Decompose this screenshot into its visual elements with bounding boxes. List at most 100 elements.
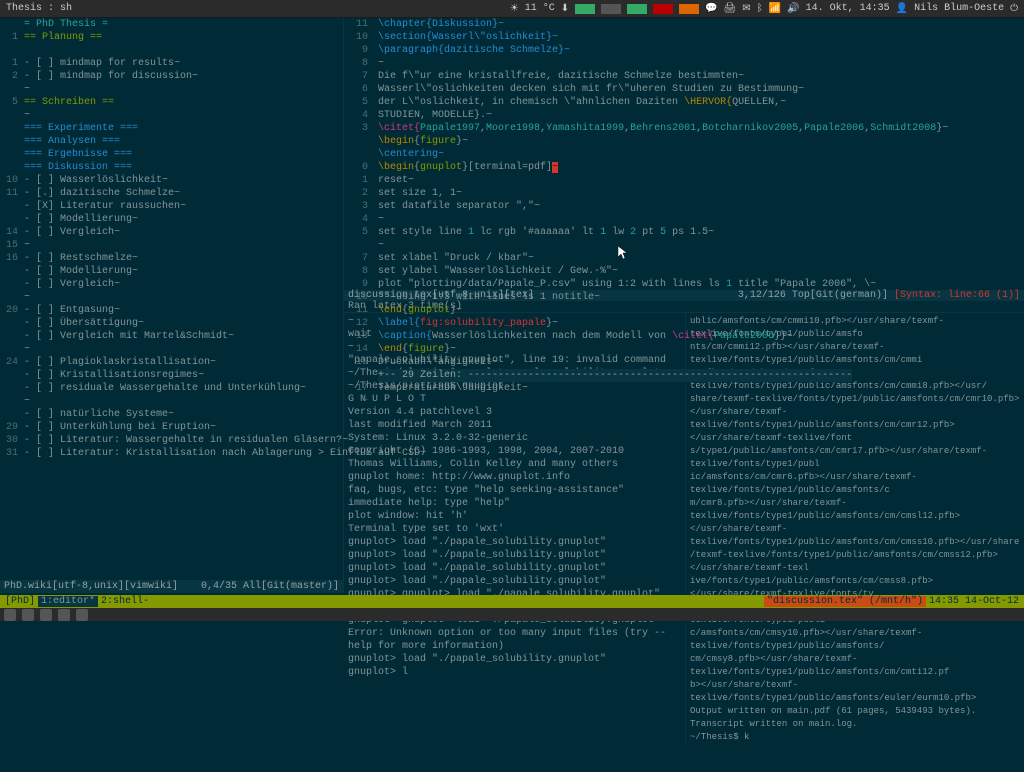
code-line[interactable]: ~ (378, 239, 1024, 252)
outline-line[interactable]: - [ ] Modellierung~ (24, 213, 343, 226)
code-line[interactable]: plot "plotting/data/Papale_P.csv" using … (378, 278, 1024, 291)
outline-line[interactable]: ~ (24, 109, 343, 122)
code-line[interactable]: STUDIEN, MODELLE}.~ (378, 109, 1024, 122)
outline-line[interactable]: - [ ] residuale Wassergehalte und Unterk… (24, 382, 343, 395)
tmux-session[interactable]: [PhD] (2, 596, 38, 607)
code-line[interactable]: \label{fig:solubility_papale}~ (378, 317, 1024, 330)
code-line[interactable]: \end{figure}~ (378, 343, 1024, 356)
panel-launcher-3[interactable] (40, 609, 52, 621)
outline-line[interactable]: ~ (24, 291, 343, 304)
outline-line[interactable]: ~ (24, 343, 343, 356)
panel-launcher-4[interactable] (58, 609, 70, 621)
date-time[interactable]: 14. Okt, 14:35 (806, 3, 890, 14)
code-line[interactable]: Druckabh\"angigkeit~ (378, 356, 1024, 369)
outline-line[interactable]: ~ (24, 83, 343, 96)
outline-status-right: 0,4/35 All[Git(master)] (201, 581, 339, 592)
outline-line[interactable]: == Planung == (24, 31, 343, 44)
panel-launcher-2[interactable] (22, 609, 34, 621)
outline-line[interactable]: - [ ] Restschmelze~ (24, 252, 343, 265)
code-line[interactable]: \caption{Wasserlöslichkeiten nach dem Mo… (378, 330, 1024, 343)
outline-line[interactable]: - [ ] Literatur: Wassergehalte in residu… (24, 434, 343, 447)
tmux-window-1[interactable]: 1:editor* (38, 596, 98, 607)
outline-line[interactable]: - [.] dazitische Schmelze~ (24, 187, 343, 200)
outline-line[interactable]: - [ ] mindmap for results~ (24, 57, 343, 70)
code-line[interactable]: \chapter{Diskussion}~ (378, 18, 1024, 31)
indicator-5 (679, 4, 699, 14)
code-line[interactable]: Die f\"ur eine kristallfreie, dazitische… (378, 70, 1024, 83)
volume-icon[interactable]: 🔊 (787, 3, 799, 15)
outline-line[interactable]: - [X] Literatur raussuchen~ (24, 200, 343, 213)
outline-line[interactable]: - [ ] Modellierung~ (24, 265, 343, 278)
outline-line[interactable]: === Analysen === (24, 135, 343, 148)
terminal-line: immediate help: type "help" (348, 497, 681, 510)
terminal-line: System: Linux 3.2.0-32-generic (348, 432, 681, 445)
panel-launcher-5[interactable] (76, 609, 88, 621)
power-icon[interactable]: ⏻ (1010, 3, 1018, 15)
code-line[interactable]: Temperaturabh\"angigkeit~ (378, 382, 1024, 395)
outline-content[interactable]: = PhD Thesis === Planung == - [ ] mindmap… (24, 18, 343, 460)
code-line[interactable]: set size 1, 1~ (378, 187, 1024, 200)
code-line[interactable]: \begin{gnuplot}[terminal=pdf]~ (378, 161, 1024, 174)
code-line[interactable]: \centering~ (378, 148, 1024, 161)
outline-line[interactable]: - [ ] Kristallisationsregimes~ (24, 369, 343, 382)
gnome-panel[interactable] (0, 608, 1024, 621)
code-line[interactable]: \begin{figure}~ (378, 135, 1024, 148)
outline-line[interactable]: - [ ] mindmap for discussion~ (24, 70, 343, 83)
panel-launcher-1[interactable] (4, 609, 16, 621)
outline-status-left: PhD.wiki[utf-8,unix][vimwiki] (4, 581, 178, 592)
user-icon[interactable]: 👤 (896, 3, 908, 15)
outline-line[interactable]: = PhD Thesis = (24, 18, 343, 31)
code-line[interactable]: +-- 29 Zeilen: -------------------------… (378, 369, 1024, 382)
editor-content[interactable]: \chapter{Diskussion}~\section{Wasserl\"o… (378, 18, 1024, 408)
outline-line[interactable]: - [ ] Vergleich~ (24, 226, 343, 239)
outline-line[interactable]: - [ ] Wasserlöslichkeit~ (24, 174, 343, 187)
indicator-3 (627, 4, 647, 14)
outline-line[interactable]: == Schreiben == (24, 96, 343, 109)
code-line[interactable]: ~ (378, 57, 1024, 70)
chat-icon[interactable]: 💬 (705, 3, 717, 15)
bluetooth-icon[interactable]: ᛒ (757, 3, 763, 15)
outline-line[interactable]: ~ (24, 239, 343, 252)
code-line[interactable]: \end{gnuplot}~ (378, 304, 1024, 317)
print-icon[interactable]: 🖨 (724, 3, 737, 15)
outline-line[interactable]: - [ ] Plagioklaskristallisation~ (24, 356, 343, 369)
outline-line[interactable]: === Ergebnisse === (24, 148, 343, 161)
code-line[interactable]: \paragraph{dazitische Schmelze}~ (378, 44, 1024, 57)
terminal-line: last modified March 2011 (348, 419, 681, 432)
outline-line[interactable]: - [ ] Unterkühlung bei Eruption~ (24, 421, 343, 434)
outline-line[interactable]: - [ ] Übersättigung~ (24, 317, 343, 330)
mail-icon[interactable]: ✉ (742, 3, 750, 15)
outline-line[interactable]: - [ ] Vergleich~ (24, 278, 343, 291)
editor-body[interactable]: 1110987654301234578910111213141517~ \cha… (344, 18, 1024, 290)
dropbox-icon[interactable]: ⬇ (561, 3, 569, 15)
code-line[interactable]: ~ (378, 213, 1024, 226)
outline-line[interactable]: ~ (24, 395, 343, 408)
outline-line[interactable]: === Diskussion === (24, 161, 343, 174)
outline-line[interactable]: === Experimente === (24, 122, 343, 135)
code-line[interactable]: Wasserl\"oslichkeiten decken sich mit fr… (378, 83, 1024, 96)
code-line[interactable]: set style line 1 lc rgb '#aaaaaa' lt 1 l… (378, 226, 1024, 239)
outline-pane[interactable]: 112510111415162024293031 = PhD Thesis ==… (0, 18, 344, 593)
code-line[interactable]: "" using 1:3 with lines ls 1 notitle~ (378, 291, 1024, 304)
wifi-icon[interactable]: 📶 (769, 3, 781, 15)
code-line[interactable]: set datafile separator ","~ (378, 200, 1024, 213)
code-line[interactable] (378, 395, 1024, 408)
bottom-bars: [PhD] 1:editor* 2:shell- "discussion.tex… (0, 595, 1024, 621)
user-name[interactable]: Nils Blum-Oeste (914, 3, 1004, 14)
outline-line[interactable]: - [ ] natürliche Systeme~ (24, 408, 343, 421)
outline-line[interactable]: - [ ] Vergleich mit Martel&Schmidt~ (24, 330, 343, 343)
outline-line[interactable]: - [ ] Literatur: Kristallisation nach Ab… (24, 447, 343, 460)
code-line[interactable]: der L\"oslichkeit, in chemisch \"ahnlich… (378, 96, 1024, 109)
code-line[interactable]: set xlabel "Druck / kbar"~ (378, 252, 1024, 265)
terminal-line: Thomas Williams, Colin Kelley and many o… (348, 458, 681, 471)
code-line[interactable]: \citet{Papale1997,Moore1998,Yamashita199… (378, 122, 1024, 135)
terminal-line: gnuplot> load "./papale_solubility.gnupl… (348, 562, 681, 575)
outline-line[interactable]: - [ ] Entgasung~ (24, 304, 343, 317)
outline-gutter: 112510111415162024293031 (0, 18, 22, 460)
terminal-line: m/cmr8.pfb></usr/share/texmf-texlive/fon… (690, 497, 1020, 523)
code-line[interactable]: reset~ (378, 174, 1024, 187)
outline-line[interactable] (24, 44, 343, 57)
code-line[interactable]: \section{Wasserl\"oslichkeit}~ (378, 31, 1024, 44)
code-line[interactable]: set ylabel "Wasserlöslichkeit / Gew.-%"~ (378, 265, 1024, 278)
tmux-window-2[interactable]: 2:shell- (98, 596, 152, 607)
